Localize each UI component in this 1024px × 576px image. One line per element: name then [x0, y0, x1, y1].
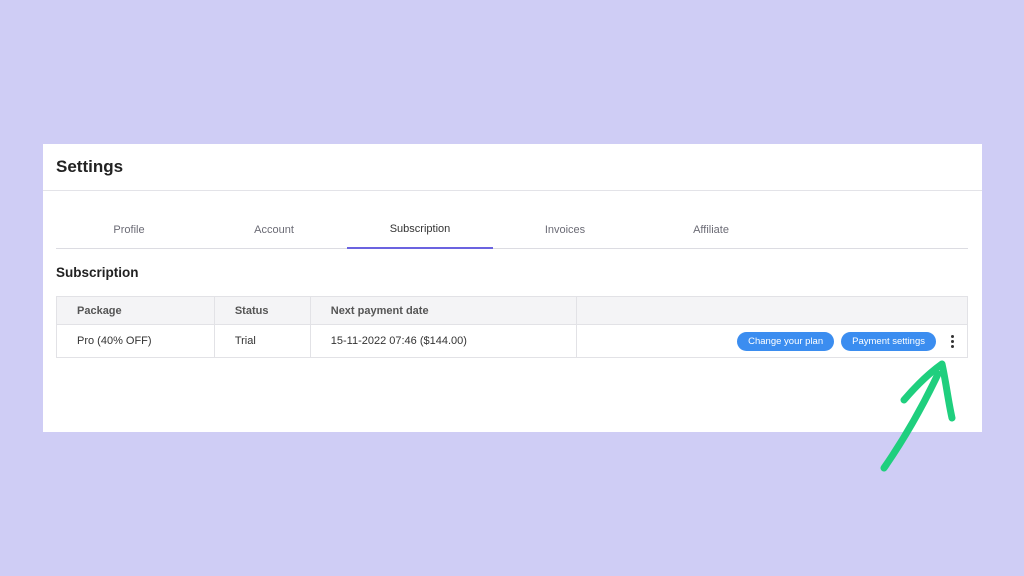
next-payment-cell: 15-11-2022 07:46 ($144.00): [309, 324, 578, 358]
table-header-row: Package Status Next payment date: [56, 296, 968, 325]
column-header-package: Package: [56, 296, 215, 325]
column-header-status: Status: [213, 296, 311, 325]
tab-affiliate[interactable]: Affiliate: [638, 211, 784, 248]
table-row: Pro (40% OFF) Trial 15-11-2022 07:46 ($1…: [56, 324, 968, 358]
settings-header: Settings: [43, 144, 982, 191]
kebab-dot: [950, 339, 954, 343]
tab-profile[interactable]: Profile: [56, 211, 202, 248]
page-stage: Settings Profile Account Subscription In…: [0, 0, 1024, 576]
column-header-actions: [576, 296, 968, 325]
kebab-dot: [950, 344, 954, 348]
package-cell: Pro (40% OFF): [56, 324, 215, 358]
tab-subscription[interactable]: Subscription: [347, 211, 493, 249]
column-header-next-payment: Next payment date: [309, 296, 578, 325]
section-title: Subscription: [56, 265, 139, 280]
kebab-dot: [950, 334, 954, 338]
tab-account[interactable]: Account: [201, 211, 347, 248]
page-title: Settings: [56, 157, 124, 176]
change-plan-button[interactable]: Change your plan: [737, 331, 835, 351]
tab-invoices[interactable]: Invoices: [492, 211, 638, 248]
arrow-icon: [880, 360, 956, 472]
status-cell: Trial: [213, 324, 311, 358]
payment-settings-button[interactable]: Payment settings: [841, 331, 936, 351]
tab-bar: Profile Account Subscription Invoices Af…: [56, 211, 968, 249]
kebab-menu-icon[interactable]: [945, 332, 959, 351]
settings-card: Settings Profile Account Subscription In…: [43, 144, 982, 432]
row-actions: Change your plan Payment settings: [577, 331, 959, 351]
subscription-table: Package Status Next payment date Pro (40…: [56, 296, 968, 358]
